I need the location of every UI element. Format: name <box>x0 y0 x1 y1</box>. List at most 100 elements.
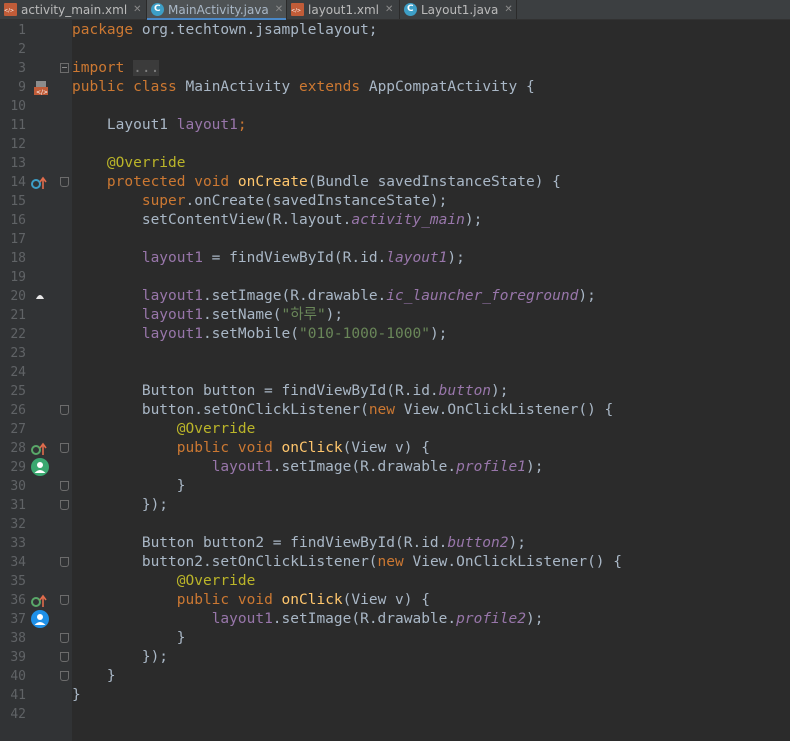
close-icon[interactable]: ✕ <box>385 4 393 15</box>
code-line-22: 22 layout1.setMobile("010-1000-1000"); <box>0 325 790 344</box>
code-text: layout1.setImage(R.drawable.profile1); <box>211 459 544 475</box>
fold-end-icon[interactable] <box>60 500 69 510</box>
tab-layout1-java[interactable]: Layout1.java ✕ <box>400 0 517 19</box>
code-line-27: 27 @Override <box>0 420 790 439</box>
java-class-icon <box>404 3 417 16</box>
code-line-15: 15 super.onCreate(savedInstanceState); <box>0 192 790 211</box>
override-method-icon[interactable] <box>31 594 47 608</box>
code-text: public void onClick(View v) { <box>176 440 430 456</box>
code-text: layout1.setName("하루"); <box>141 307 344 323</box>
line-number: 13 <box>10 156 26 171</box>
code-line-42: 42 <box>0 705 790 724</box>
line-number: 36 <box>10 593 26 608</box>
code-text: layout1.setImage(R.drawable.ic_launcher_… <box>141 288 596 304</box>
fold-end-icon[interactable] <box>60 671 69 681</box>
fold-collapse-icon[interactable] <box>60 443 69 453</box>
drawable-preview-icon[interactable] <box>35 292 45 300</box>
code-text: layout1.setImage(R.drawable.profile2); <box>211 611 544 627</box>
android-activity-icon[interactable]: </> <box>33 80 49 96</box>
line-number: 32 <box>10 517 26 532</box>
tab-label: Layout1.java <box>421 2 499 17</box>
code-line-14: 14 protected void onCreate(Bundle savedI… <box>0 173 790 192</box>
fold-end-icon[interactable] <box>60 652 69 662</box>
code-line-37: 37 layout1.setImage(R.drawable.profile2)… <box>0 610 790 629</box>
code-text: button2.setOnClickListener(new View.OnCl… <box>72 554 622 570</box>
code-line-17: 17 <box>0 230 790 249</box>
code-line-18: 18 layout1 = findViewById(R.id.layout1); <box>0 249 790 268</box>
tab-main-activity-java[interactable]: MainActivity.java ✕ <box>147 0 287 20</box>
xml-file-icon <box>4 3 17 16</box>
fold-collapse-icon[interactable] <box>60 595 69 605</box>
line-number: 38 <box>10 631 26 646</box>
fold-collapse-icon[interactable] <box>60 177 69 187</box>
close-icon[interactable]: ✕ <box>133 4 141 15</box>
code-text: } <box>72 687 81 703</box>
tab-activity-main-xml[interactable]: activity_main.xml ✕ <box>0 0 147 19</box>
code-line-34: 34 button2.setOnClickListener(new View.O… <box>0 553 790 572</box>
line-number: 18 <box>10 251 26 266</box>
code-line-11: 11 Layout1 layout1; <box>0 116 790 135</box>
fold-expand-icon[interactable] <box>60 63 69 73</box>
profile2-drawable-icon[interactable] <box>31 610 49 628</box>
code-line-9: 9 </> public class MainActivity extends … <box>0 78 790 97</box>
tab-label: layout1.xml <box>308 2 380 17</box>
line-number: 24 <box>10 365 26 380</box>
fold-collapse-icon[interactable] <box>60 557 69 567</box>
svg-text:</>: </> <box>36 89 48 96</box>
code-line-3: 3 import ... <box>0 59 790 78</box>
code-text: layout1.setMobile("010-1000-1000"); <box>141 326 448 342</box>
line-number: 22 <box>10 327 26 342</box>
code-line-36: 36 public void onClick(View v) { <box>0 591 790 610</box>
code-line-23: 23 <box>0 344 790 363</box>
code-line-38: 38 } <box>0 629 790 648</box>
line-number: 35 <box>10 574 26 589</box>
line-number: 25 <box>10 384 26 399</box>
line-number: 37 <box>10 612 26 627</box>
line-number: 39 <box>10 650 26 665</box>
fold-end-icon[interactable] <box>60 633 69 643</box>
editor-tab-bar: activity_main.xml ✕ MainActivity.java ✕ … <box>0 0 790 20</box>
code-text: Button button = findViewById(R.id.button… <box>72 383 509 399</box>
line-number: 34 <box>10 555 26 570</box>
line-number: 42 <box>10 707 26 722</box>
folded-imports[interactable]: ... <box>133 60 160 76</box>
line-number: 20 <box>10 289 26 304</box>
code-text: @Override <box>72 573 256 589</box>
code-line-20: 20 layout1.setImage(R.drawable.ic_launch… <box>0 287 790 306</box>
tab-label: MainActivity.java <box>168 2 269 17</box>
line-number: 14 <box>10 175 26 190</box>
line-number: 17 <box>10 232 26 247</box>
code-line-1: 1 package org.techtown.jsamplelayout; <box>0 21 790 40</box>
code-text: protected void onCreate(Bundle savedInst… <box>106 174 561 190</box>
line-number: 9 <box>18 80 26 95</box>
profile1-drawable-icon[interactable] <box>31 458 49 476</box>
line-number: 30 <box>10 479 26 494</box>
line-number: 28 <box>10 441 26 456</box>
tab-layout1-xml[interactable]: layout1.xml ✕ <box>287 0 400 19</box>
line-number: 16 <box>10 213 26 228</box>
code-text: import ... <box>72 60 160 76</box>
code-line-2: 2 <box>0 40 790 59</box>
code-line-26: 26 button.setOnClickListener(new View.On… <box>0 401 790 420</box>
code-text: } <box>72 668 116 684</box>
code-text: layout1 = findViewById(R.id.layout1); <box>141 250 465 266</box>
line-number: 27 <box>10 422 26 437</box>
code-text: Button button2 = findViewById(R.id.butto… <box>72 535 526 551</box>
code-text: @Override <box>72 155 186 171</box>
fold-end-icon[interactable] <box>60 481 69 491</box>
line-number: 3 <box>18 61 26 76</box>
close-icon[interactable]: ✕ <box>275 4 283 15</box>
code-text: package org.techtown.jsamplelayout; <box>72 22 378 38</box>
fold-collapse-icon[interactable] <box>60 405 69 415</box>
line-number: 33 <box>10 536 26 551</box>
code-line-29: 29 layout1.setImage(R.drawable.profile1)… <box>0 458 790 477</box>
line-number: 15 <box>10 194 26 209</box>
xml-file-icon <box>291 3 304 16</box>
code-line-12: 12 <box>0 135 790 154</box>
close-icon[interactable]: ✕ <box>504 4 512 15</box>
code-line-39: 39 }); <box>0 648 790 667</box>
line-number: 1 <box>18 23 26 38</box>
line-number: 2 <box>18 42 26 57</box>
override-method-icon[interactable] <box>31 442 47 456</box>
override-method-icon[interactable] <box>31 176 47 190</box>
